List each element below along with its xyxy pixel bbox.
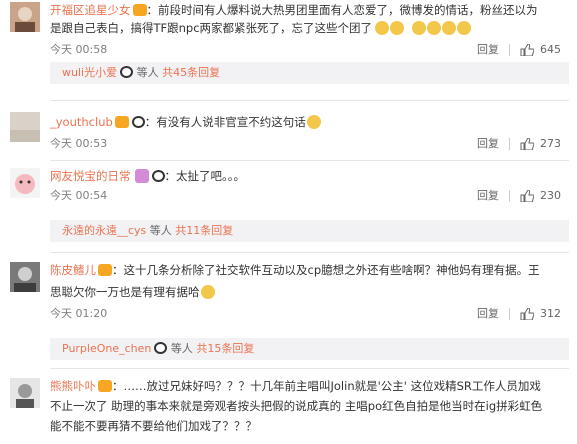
reply-more-text: 等人 (136, 66, 159, 79)
comment-text: ：前段时间有人爆料说大热男团里面有人恋爱了，微博发的情话，粉丝还以为 (146, 3, 538, 17)
avatar[interactable] (10, 112, 40, 142)
avatar[interactable] (10, 378, 40, 408)
time-prefix: 今天 (50, 307, 72, 320)
reply-summary[interactable]: 永遠的永遠__cys 等人 共11条回复 (50, 220, 569, 242)
divider (50, 100, 569, 101)
username-link[interactable]: _youthclub (50, 115, 113, 129)
comment-item: 熊熊卟卟 ：……放过兄妹好吗？？？十几年前主唱叫Jolin就是'公主' 这位戏精S… (0, 374, 577, 444)
reply-button[interactable]: 回复 (477, 188, 499, 204)
reply-user-link[interactable]: PurpleOne_chen (62, 342, 151, 355)
comment-text: 是跟自己表白，搞得TF跟npc两家都紧张死了，忘了这些个团了 (50, 21, 373, 35)
comment-text: 能不能不要再猜不要给他们加戏了？？？ (50, 419, 257, 433)
divider (50, 252, 569, 253)
username-link[interactable]: 熊熊卟卟 (50, 379, 96, 393)
comment-text: 不止一次了 助理的事本来就是旁观者按头把假的说成真的 主唱po红色自拍是他当时在… (50, 399, 543, 413)
username-link[interactable]: 网友悦宝的日常 (50, 169, 131, 183)
like-count: 230 (540, 189, 561, 202)
grin-emoji-icon (200, 285, 215, 299)
emoji-icon (412, 21, 427, 35)
thumbs-up-icon[interactable] (520, 308, 534, 320)
divider (50, 368, 569, 369)
comment-item: 陈皮鳍儿 ：这十几条分析除了社交软件互动以及cp臆想之外还有些啥啊？神他妈有理有据… (0, 260, 577, 366)
panda-badge-icon (151, 170, 165, 182)
thumbs-up-icon[interactable] (520, 190, 534, 202)
reply-more-text: 等人 (170, 342, 193, 355)
reply-button[interactable]: 回复 (477, 136, 499, 152)
emoji-icon (390, 21, 405, 35)
divider (509, 44, 510, 56)
time-prefix: 今天 (50, 189, 72, 202)
emoji-icon (442, 21, 457, 35)
comment-text: 思聪欠你一万也是有理有据哈 (50, 285, 200, 299)
reply-summary[interactable]: wuli光小爱 等人 共45条回复 (50, 62, 569, 84)
time-prefix: 今天 (50, 43, 72, 56)
time-prefix: 今天 (50, 137, 72, 150)
username-link[interactable]: 陈皮鳍儿 (50, 263, 96, 277)
emoji-icon (427, 21, 442, 35)
avatar[interactable] (10, 262, 40, 292)
emoji-icon (375, 21, 390, 35)
comment-time: 01:20 (75, 307, 108, 320)
reply-count-link[interactable]: 共15条回复 (196, 342, 254, 355)
comment-text: ：……放过兄妹好吗？？？十几年前主唱叫Jolin就是'公主' 这位戏精SR工作人… (112, 379, 541, 393)
comment-text: ：太扯了吧。。。 (164, 169, 246, 183)
panda-badge-icon (120, 66, 134, 78)
panda-badge-icon (131, 116, 145, 128)
comment-time: 00:58 (75, 43, 108, 56)
avatar[interactable] (10, 2, 40, 32)
reply-button[interactable]: 回复 (477, 42, 499, 58)
divider (509, 138, 510, 150)
like-count: 273 (540, 137, 561, 150)
username-link[interactable]: 开福区追星少女 (50, 3, 131, 17)
comment-text: ：有没有人说非官宣不约这句话 (144, 115, 306, 129)
member-badge-icon (98, 264, 112, 276)
like-count: 645 (540, 43, 561, 56)
butterfly-icon (134, 169, 149, 183)
reply-more-text: 等人 (149, 224, 172, 237)
emoji-icon (457, 21, 472, 35)
comment-text: ：这十几条分析除了社交软件互动以及cp臆想之外还有些啥啊？神他妈有理有据。王 (112, 263, 540, 277)
reply-count-link[interactable]: 共11条回复 (175, 224, 233, 237)
thumbs-up-icon[interactable] (520, 138, 534, 150)
reply-user-link[interactable]: 永遠的永遠__cys (62, 224, 146, 237)
member-badge-icon (114, 116, 129, 128)
comment-time: 00:53 (75, 137, 108, 150)
comment-time: 00:54 (75, 189, 108, 202)
member-badge-icon (98, 380, 112, 392)
emoji-icon (306, 115, 321, 129)
divider (509, 190, 510, 202)
like-count: 312 (540, 307, 561, 320)
reply-user-link[interactable]: wuli光小爱 (62, 66, 117, 79)
member-badge-icon (132, 4, 147, 16)
reply-button[interactable]: 回复 (477, 306, 499, 322)
reply-summary[interactable]: PurpleOne_chen 等人 共15条回复 (50, 338, 569, 360)
panda-badge-icon (154, 342, 168, 354)
comment-item: 网友悦宝的日常 ：太扯了吧。。。 今天 00:54 回复 230 永遠的永遠__c… (0, 166, 577, 246)
avatar[interactable] (10, 168, 40, 198)
comment-item: 开福区追星少女 ：前段时间有人爆料说大热男团里面有人恋爱了，微博发的情话，粉丝还以… (0, 0, 577, 92)
comment-item: _youthclub ：有没有人说非官宣不约这句话 今天 00:53 回复 273 (0, 108, 577, 158)
divider (50, 160, 569, 161)
divider (509, 308, 510, 320)
thumbs-up-icon[interactable] (520, 44, 534, 56)
reply-count-link[interactable]: 共45条回复 (162, 66, 220, 79)
